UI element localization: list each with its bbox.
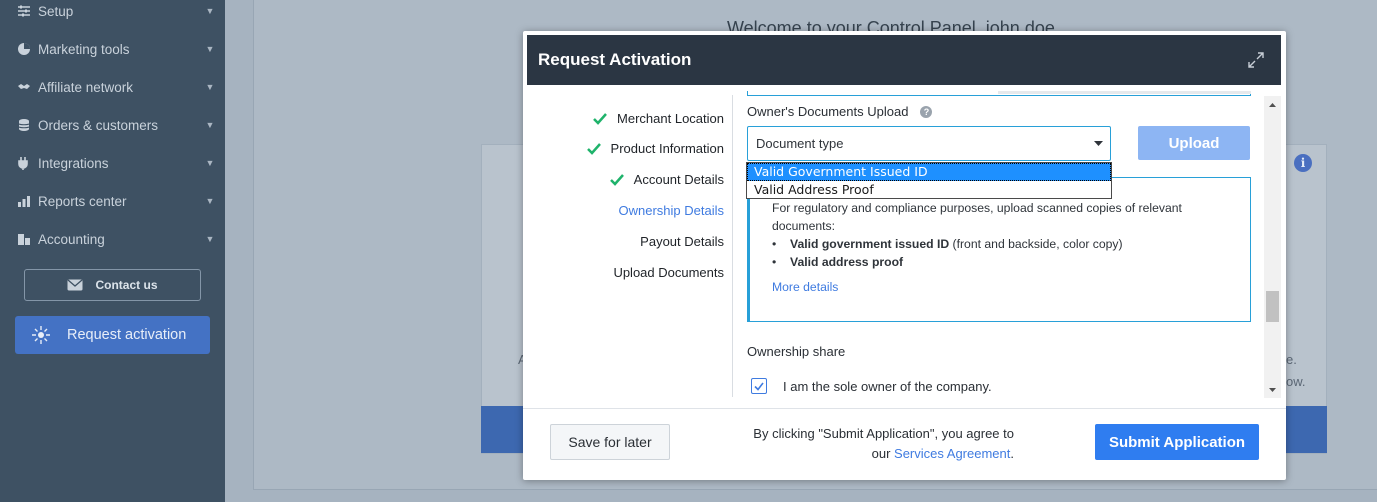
previous-section-edge xyxy=(747,91,1251,96)
sole-owner-label: I am the sole owner of the company. xyxy=(783,379,992,394)
info-icon: i xyxy=(1294,154,1312,172)
sidebar-item-label: Integrations xyxy=(38,155,109,171)
database-icon xyxy=(0,118,38,132)
bar-chart-icon xyxy=(0,194,38,208)
step-account-details[interactable]: Account Details xyxy=(609,172,724,187)
sidebar-item-integrations[interactable]: Integrations ▼ xyxy=(0,144,225,182)
option-government-id[interactable]: Valid Government Issued ID xyxy=(747,163,1111,181)
step-upload-documents[interactable]: Upload Documents xyxy=(613,265,724,280)
sidebar: Setup ▼ Marketing tools ▼ Affiliate netw… xyxy=(0,0,225,502)
checkmark-icon xyxy=(593,112,607,125)
step-label: Payout Details xyxy=(640,234,724,249)
step-merchant-location[interactable]: Merchant Location xyxy=(593,111,724,126)
list-item-bold: Valid address proof xyxy=(790,255,904,269)
chevron-down-icon: ▼ xyxy=(205,234,215,244)
step-ownership-details[interactable]: Ownership Details xyxy=(619,203,725,218)
caret-down-icon xyxy=(1086,141,1110,146)
sidebar-item-marketing-tools[interactable]: Marketing tools ▼ xyxy=(0,30,225,68)
upload-button[interactable]: Upload xyxy=(1138,126,1250,160)
sparkle-icon xyxy=(15,325,67,345)
list-item-rest: (front and backside, color copy) xyxy=(949,237,1123,251)
sidebar-item-orders-customers[interactable]: Orders & customers ▼ xyxy=(0,106,225,144)
sidebar-item-setup[interactable]: Setup ▼ xyxy=(0,0,225,30)
step-product-information[interactable]: Product Information xyxy=(586,141,724,156)
sidebar-item-label: Marketing tools xyxy=(38,41,130,57)
save-for-later-button[interactable]: Save for later xyxy=(550,424,670,460)
checkmark-icon xyxy=(586,142,601,155)
background-text: e. xyxy=(1286,352,1297,367)
modal-header: Request Activation xyxy=(527,35,1281,85)
plug-icon xyxy=(0,156,38,170)
agreement-prefix: our xyxy=(871,446,895,461)
sliders-icon xyxy=(0,4,38,18)
sidebar-item-reports-center[interactable]: Reports center ▼ xyxy=(0,182,225,220)
step-label: Upload Documents xyxy=(613,265,724,280)
chevron-down-icon: ▼ xyxy=(205,158,215,168)
step-label: Product Information xyxy=(610,141,724,156)
sidebar-item-label: Accounting xyxy=(38,231,105,247)
info-text: For regulatory and compliance purposes, … xyxy=(772,201,1182,233)
document-type-select[interactable]: Document type xyxy=(747,126,1111,161)
submit-application-button[interactable]: Submit Application xyxy=(1095,424,1259,460)
modal-title: Request Activation xyxy=(538,50,692,69)
expand-icon[interactable] xyxy=(1231,51,1281,69)
help-icon[interactable]: ? xyxy=(920,105,933,118)
contact-us-button[interactable]: Contact us xyxy=(24,269,201,301)
step-label: Account Details xyxy=(633,172,724,187)
footer-divider xyxy=(523,408,1286,409)
step-label: Ownership Details xyxy=(618,203,725,218)
checkmark-icon xyxy=(609,173,624,186)
more-details-link[interactable]: More details xyxy=(772,280,838,294)
documents-upload-label: Owner's Documents Upload xyxy=(747,104,909,119)
step-payout-details[interactable]: Payout Details xyxy=(640,234,724,249)
request-activation-label: Request activation xyxy=(67,327,187,343)
sidebar-item-affiliate-network[interactable]: Affiliate network ▼ xyxy=(0,68,225,106)
services-agreement-link[interactable]: Services Agreement xyxy=(894,446,1010,461)
chevron-down-icon: ▼ xyxy=(205,196,215,206)
option-address-proof[interactable]: Valid Address Proof xyxy=(747,181,1111,199)
request-activation-modal: Request Activation Merchant Location Pro… xyxy=(523,31,1286,480)
list-item-bold: Valid government issued ID xyxy=(790,237,950,251)
sidebar-item-label: Reports center xyxy=(38,193,127,209)
list-item: • Valid government issued ID (front and b… xyxy=(772,237,1123,251)
chevron-down-icon: ▼ xyxy=(205,120,215,130)
background-text: ow. xyxy=(1286,374,1306,389)
sidebar-item-label: Setup xyxy=(38,3,74,19)
modal-scrollbar[interactable] xyxy=(1264,96,1281,398)
step-label: Merchant Location xyxy=(617,111,724,126)
handshake-icon xyxy=(0,80,38,94)
agreement-suffix: . xyxy=(1010,446,1014,461)
welcome-heading: Welcome to your Control Panel, john doe xyxy=(727,18,1055,32)
pie-chart-icon xyxy=(0,42,38,56)
request-activation-button[interactable]: Request activation xyxy=(15,316,210,354)
chevron-down-icon: ▼ xyxy=(205,6,215,16)
document-type-value: Document type xyxy=(756,136,844,151)
sole-owner-checkbox[interactable] xyxy=(751,378,767,394)
scroll-down-icon[interactable] xyxy=(1264,381,1281,398)
chevron-down-icon: ▼ xyxy=(205,82,215,92)
list-item: • Valid address proof xyxy=(772,255,904,269)
ownership-share-title: Ownership share xyxy=(747,344,846,359)
info-list: • Valid government issued ID (front and b… xyxy=(772,235,1123,271)
sidebar-item-accounting[interactable]: Accounting ▼ xyxy=(0,220,225,258)
sidebar-item-label: Orders & customers xyxy=(38,117,159,133)
envelope-icon xyxy=(67,279,83,291)
sidebar-item-label: Affiliate network xyxy=(38,79,134,95)
chevron-down-icon: ▼ xyxy=(205,44,215,54)
agreement-text: By clicking "Submit Application", you ag… xyxy=(753,426,1014,441)
document-type-dropdown: Valid Government Issued ID Valid Address… xyxy=(746,162,1112,199)
agreement-text-line2: our Services Agreement. xyxy=(747,446,1014,461)
contact-us-label: Contact us xyxy=(95,278,158,292)
scroll-thumb[interactable] xyxy=(1266,291,1279,322)
documents-upload-title: Owner's Documents Upload ? xyxy=(747,104,933,119)
scroll-up-icon[interactable] xyxy=(1264,96,1281,113)
modal-content: Owner's Documents Upload ? Document type… xyxy=(733,85,1268,400)
building-icon xyxy=(0,232,38,246)
